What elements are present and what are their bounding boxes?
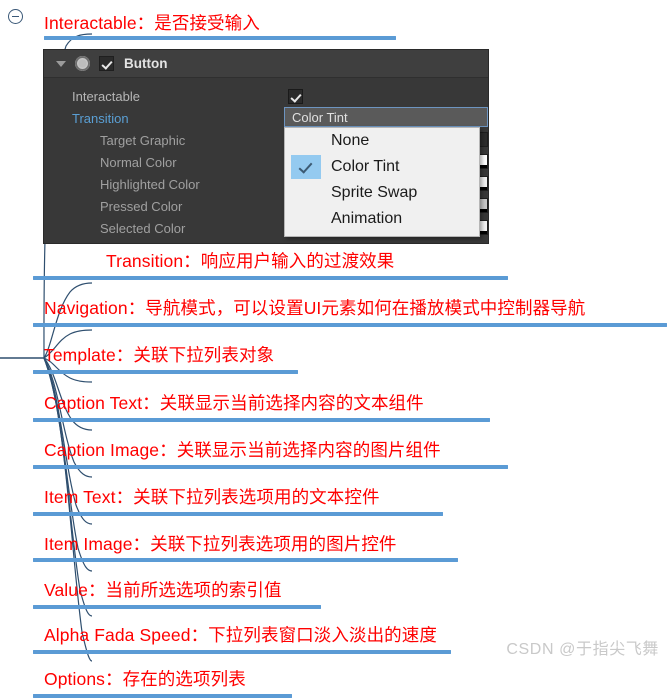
button-component-icon [75,56,90,71]
inspector-label-target-graphic: Target Graphic [100,132,186,148]
underline-root [44,36,396,40]
note-item-image: Item Image：关联下拉列表选项用的图片控件 [44,534,397,554]
component-enabled-checkbox[interactable] [99,56,114,71]
inspector-row-transition: Transition Color Tint [44,107,488,129]
inspector-label-transition: Transition [72,110,129,126]
underline-value [33,605,321,609]
menu-item-label: Animation [331,210,403,227]
interactable-checkbox[interactable] [288,88,303,104]
underline-transition [33,276,508,280]
underline-template [33,370,298,374]
menu-item-none[interactable]: None [285,128,479,154]
note-template: Template：关联下拉列表对象 [44,345,275,365]
page-root: Interactable：是否接受输入 Button Interactable … [0,0,667,698]
inspector-label-highlighted-color: Highlighted Color [100,176,200,192]
note-caption-image: Caption Image：关联显示当前选择内容的图片组件 [44,440,441,460]
inspector-label-selected-color: Selected Color [100,220,186,236]
underline-caption-image [33,465,508,469]
inspector-row-interactable: Interactable [44,85,488,107]
inspector-label-pressed-color: Pressed Color [100,198,183,214]
underline-item-image [33,558,458,562]
component-title: Button [124,56,168,71]
inspector-label-normal-color: Normal Color [100,154,177,170]
underline-item-text [33,512,443,516]
transition-popup-field[interactable]: Color Tint [284,107,488,127]
check-icon [291,155,321,179]
menu-item-color-tint[interactable]: Color Tint [285,154,479,180]
inspector-label-interactable: Interactable [72,88,140,104]
menu-item-label: Sprite Swap [331,184,418,201]
note-caption-text: Caption Text：关联显示当前选择内容的文本组件 [44,393,424,413]
note-navigation: Navigation：导航模式，可以设置UI元素如何在播放模式中控制器导航 [44,298,586,318]
note-item-text: Item Text：关联下拉列表选项用的文本控件 [44,487,380,507]
triangle-down-icon[interactable] [56,60,66,67]
menu-item-sprite-swap[interactable]: Sprite Swap [285,180,479,206]
underline-caption-text [33,418,490,422]
note-transition: Transition：响应用户输入的过渡效果 [106,251,395,271]
transition-dropdown-menu[interactable]: None Color Tint Sprite Swap Animation [284,127,480,237]
note-options: Options：存在的选项列表 [44,669,246,689]
menu-item-label: None [331,132,370,149]
underline-navigation [33,323,667,327]
underline-alpha-fada-speed [33,650,451,654]
note-alpha-fada-speed: Alpha Fada Speed：下拉列表窗口淡入淡出的速度 [44,625,437,645]
menu-item-animation[interactable]: Animation [285,206,479,232]
inspector-component-header[interactable]: Button [44,50,488,78]
underline-options [33,694,292,698]
note-value: Value：当前所选选项的索引值 [44,580,282,600]
collapse-circle-minus-icon[interactable] [8,9,23,24]
csdn-watermark: CSDN @于指尖飞舞 [506,641,659,658]
root-node-title: Interactable：是否接受输入 [44,13,260,33]
